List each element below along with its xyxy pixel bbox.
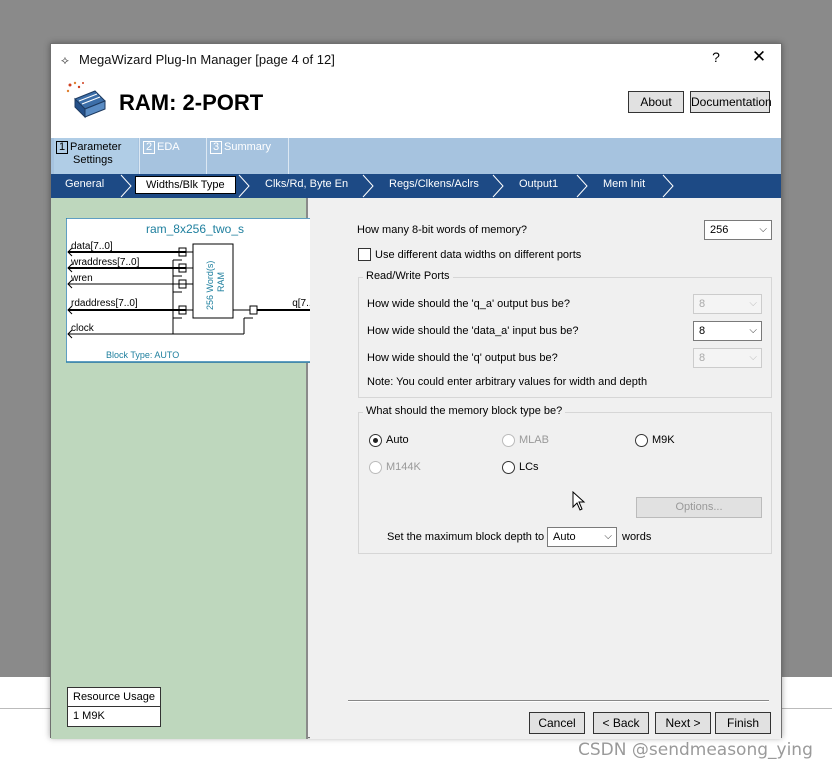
words-select[interactable]: 256 ⌵: [704, 220, 772, 240]
wizard-header: RAM: 2-PORT About Documentation: [51, 75, 781, 138]
q-a-question: How wide should the 'q_a' output bus be?: [367, 298, 570, 310]
chevron-down-icon: ⌵: [749, 325, 757, 336]
documentation-button[interactable]: Documentation: [690, 91, 772, 113]
footer-divider: [348, 700, 769, 702]
port-label: wren: [70, 273, 93, 284]
lcs-radio[interactable]: [502, 461, 515, 474]
ram-symbol-diagram: ram_8x256_two_s data[7..0] wraddress[7..…: [66, 218, 325, 363]
chevron-down-icon: ⌵: [604, 531, 612, 542]
chevron-right-icon: [492, 174, 504, 198]
chevron-down-icon: ⌵: [749, 352, 757, 363]
depth-label: Set the maximum block depth to: [387, 531, 545, 543]
nav-regs-clkens-aclrs[interactable]: Regs/Clkens/Aclrs: [389, 178, 479, 190]
nav-general[interactable]: General: [65, 178, 104, 190]
resource-usage-header: Resource Usage: [68, 688, 160, 707]
chevron-right-icon: [238, 174, 250, 198]
watermark: CSDN @sendmeasong_ying: [578, 740, 813, 760]
port-label: rdaddress[7..0]: [71, 298, 138, 309]
chevron-right-icon: [576, 174, 588, 198]
chevron-down-icon: ⌵: [749, 298, 757, 309]
data-a-question: How wide should the 'data_a' input bus b…: [367, 325, 579, 337]
lcs-radio-label: LCs: [519, 461, 539, 473]
tab-summary[interactable]: 3 Summary: [210, 138, 290, 174]
tab-parameter-settings[interactable]: 1 Parameter Settings: [54, 138, 138, 174]
finish-button[interactable]: Finish: [715, 712, 771, 734]
app-icon: ⟡: [61, 53, 69, 67]
port-label: wraddress[7..0]: [70, 257, 140, 268]
settings-panel: How many 8-bit words of memory? 256 ⌵ Use…: [310, 198, 781, 739]
q-question: How wide should the 'q' output bus be?: [367, 352, 558, 364]
nav-mem-init[interactable]: Mem Init: [603, 178, 645, 190]
note-text: Note: You could enter arbitrary values f…: [367, 376, 648, 388]
symbol-panel: ram_8x256_two_s data[7..0] wraddress[7..…: [51, 198, 325, 739]
page-nav: General Widths/Blk Type Clks/Rd, Byte En…: [51, 174, 781, 198]
words-question: How many 8-bit words of memory?: [357, 224, 527, 236]
resource-usage-box: Resource Usage 1 M9K: [67, 687, 161, 727]
block-words-label: 256 Word(s): [205, 261, 215, 310]
data-a-width-select[interactable]: 8 ⌵: [693, 321, 762, 341]
mlab-radio[interactable]: [502, 434, 515, 447]
q-a-width-select[interactable]: 8 ⌵: [693, 294, 762, 314]
next-button[interactable]: Next >: [655, 712, 711, 734]
chevron-right-icon: [120, 174, 132, 198]
m9k-radio[interactable]: [635, 434, 648, 447]
depth-unit: words: [622, 531, 652, 543]
port-label: data[7..0]: [71, 241, 113, 252]
block-type-label: Block Type: AUTO: [106, 350, 179, 360]
nav-widths-blk-type[interactable]: Widths/Blk Type: [135, 176, 236, 194]
block-ram-label: RAM: [216, 272, 226, 292]
diff-widths-label: Use different data widths on different p…: [375, 249, 582, 261]
mlab-radio-label: MLAB: [519, 434, 549, 446]
auto-radio[interactable]: [369, 434, 382, 447]
block-type-question: What should the memory block type be?: [363, 405, 566, 417]
tab-eda[interactable]: 2 EDA: [143, 138, 205, 174]
m144k-radio-label: M144K: [386, 461, 421, 473]
back-button[interactable]: < Back: [593, 712, 649, 734]
q-width-select[interactable]: 8 ⌵: [693, 348, 762, 368]
title-bar: ⟡ MegaWizard Plug-In Manager [page 4 of …: [51, 44, 781, 75]
diff-widths-checkbox[interactable]: [358, 248, 371, 261]
block-depth-select[interactable]: Auto ⌵: [547, 527, 617, 547]
nav-clks-rd-byte-en[interactable]: Clks/Rd, Byte En: [265, 178, 348, 190]
symbol-title: ram_8x256_two_s: [146, 222, 244, 236]
m144k-radio[interactable]: [369, 461, 382, 474]
help-button[interactable]: ?: [709, 49, 723, 65]
options-button[interactable]: Options...: [636, 497, 762, 518]
window-title: MegaWizard Plug-In Manager [page 4 of 12…: [79, 52, 335, 67]
mouse-cursor-icon: [572, 491, 586, 511]
port-label: clock: [71, 323, 95, 334]
nav-output1[interactable]: Output1: [519, 178, 558, 190]
rw-ports-label: Read/Write Ports: [363, 270, 453, 282]
megawizard-logo-icon: [66, 81, 106, 119]
auto-radio-label: Auto: [386, 434, 409, 446]
m9k-radio-label: M9K: [652, 434, 675, 446]
chevron-down-icon: ⌵: [759, 224, 767, 235]
wizard-window: ⟡ MegaWizard Plug-In Manager [page 4 of …: [50, 43, 782, 739]
chevron-right-icon: [362, 174, 374, 198]
about-button[interactable]: About: [628, 91, 684, 113]
wizard-tabs: 1 Parameter Settings 2 EDA 3 Summary: [51, 138, 781, 174]
cancel-button[interactable]: Cancel: [529, 712, 585, 734]
page-title: RAM: 2-PORT: [119, 90, 264, 115]
resource-usage-value: 1 M9K: [73, 710, 105, 722]
close-button[interactable]: ✕: [749, 47, 769, 67]
chevron-right-icon: [662, 174, 674, 198]
